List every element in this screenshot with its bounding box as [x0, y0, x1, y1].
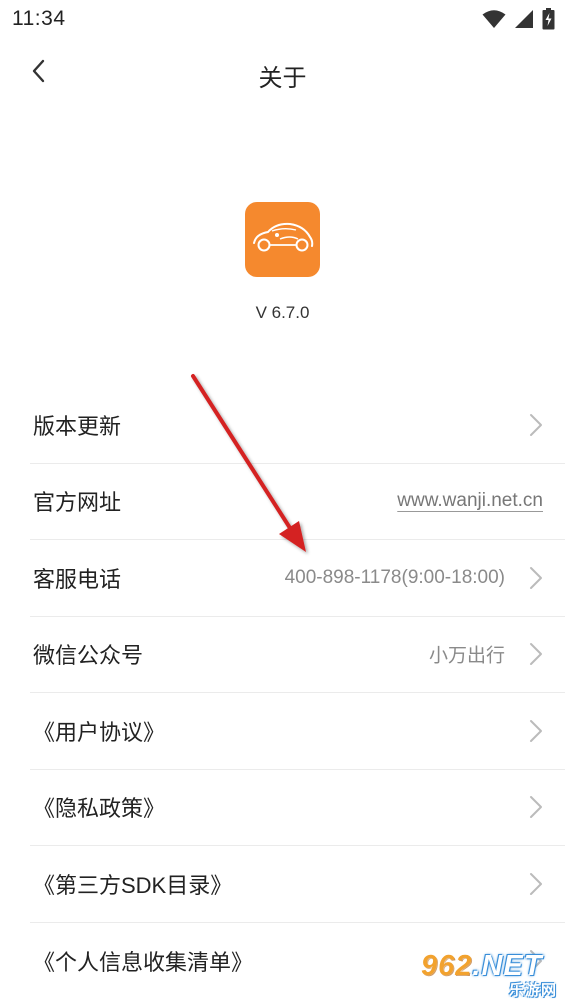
row-label: 客服电话	[33, 566, 122, 592]
chevron-right-icon	[529, 872, 543, 896]
chevron-right-icon	[529, 642, 543, 666]
about-settings-list: 版本更新 官方网址 www.wanji.net.cn 客服电话 400-898-…	[30, 387, 565, 999]
watermark-logo: 962.NET 乐游网	[421, 950, 559, 1000]
row-label: 《第三方SDK目录》	[33, 872, 233, 898]
chevron-right-icon	[529, 413, 543, 437]
website-link[interactable]: www.wanji.net.cn	[397, 490, 543, 512]
battery-icon	[542, 8, 555, 30]
row-third-party-sdk[interactable]: 《第三方SDK目录》	[30, 846, 565, 923]
status-bar: 11:34	[0, 0, 565, 38]
wifi-icon	[482, 9, 506, 29]
row-label: 版本更新	[33, 413, 122, 439]
row-version-update[interactable]: 版本更新	[30, 387, 565, 464]
row-label: 微信公众号	[33, 643, 144, 669]
chevron-right-icon	[529, 566, 543, 590]
watermark-sub: 乐游网	[508, 982, 557, 999]
chevron-right-icon	[529, 719, 543, 743]
status-icons	[482, 8, 555, 30]
row-label: 官方网址	[33, 490, 122, 516]
row-user-agreement[interactable]: 《用户协议》	[30, 693, 565, 770]
app-logo	[245, 202, 320, 277]
nav-bar: 关于	[0, 38, 565, 108]
page-title: 关于	[258, 65, 307, 92]
row-label: 《隐私政策》	[33, 796, 166, 822]
row-label: 《用户协议》	[33, 719, 166, 745]
wechat-value: 小万出行	[428, 645, 505, 667]
row-privacy-policy[interactable]: 《隐私政策》	[30, 770, 565, 846]
row-label: 《个人信息收集清单》	[33, 949, 254, 975]
car-logo-icon	[250, 217, 316, 262]
row-customer-service-phone[interactable]: 客服电话 400-898-1178(9:00-18:00)	[30, 540, 565, 617]
phone-value: 400-898-1178(9:00-18:00)	[284, 566, 505, 588]
app-version: V 6.7.0	[255, 303, 310, 322]
signal-icon	[514, 9, 534, 29]
chevron-right-icon	[529, 795, 543, 819]
status-time: 11:34	[12, 7, 66, 30]
row-wechat-account[interactable]: 微信公众号 小万出行	[30, 617, 565, 693]
row-official-website[interactable]: 官方网址 www.wanji.net.cn	[30, 464, 565, 540]
